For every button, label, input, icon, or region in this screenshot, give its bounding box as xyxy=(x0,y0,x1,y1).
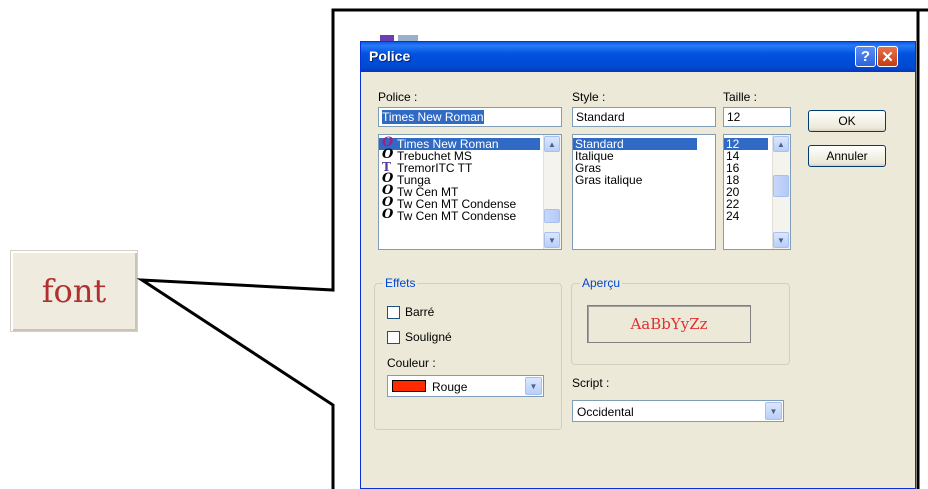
scroll-up-button[interactable]: ▲ xyxy=(773,136,789,152)
underline-label: Souligné xyxy=(405,330,452,344)
scroll-up-button[interactable]: ▲ xyxy=(544,136,560,152)
opentype-icon: O xyxy=(382,207,394,222)
strikethrough-checkbox[interactable] xyxy=(387,306,400,319)
help-button[interactable]: ? xyxy=(855,46,876,67)
preview-box: AaBbYyZz xyxy=(587,305,751,343)
style-value: Standard xyxy=(576,110,625,124)
scroll-down-button[interactable]: ▼ xyxy=(544,232,560,248)
font-list-items: O Times New Roman O Trebuchet MS T TremorITC … xyxy=(379,136,540,223)
underline-checkbox[interactable] xyxy=(387,331,400,344)
chevron-down-icon[interactable]: ▼ xyxy=(525,377,542,395)
dialog-title: Police xyxy=(369,48,411,64)
preview-sample: AaBbYyZz xyxy=(630,315,708,333)
style-label: Style : xyxy=(572,90,606,104)
scroll-down-button[interactable]: ▼ xyxy=(773,232,789,248)
style-list[interactable]: Standard Italique Gras Gras italique xyxy=(572,134,716,250)
size-input[interactable]: 12 xyxy=(723,107,791,127)
scroll-thumb[interactable] xyxy=(773,175,789,197)
size-label: Taille : xyxy=(723,90,758,104)
size-list-item[interactable]: 24 xyxy=(724,210,768,222)
close-button[interactable]: ✕ xyxy=(877,46,898,67)
font-dialog: Police ? ✕ Police : Times New Roman O Tim… xyxy=(360,41,916,489)
title-bar: Police ? ✕ xyxy=(361,42,915,72)
font-button-label: font xyxy=(41,272,107,310)
toolbar-fragment xyxy=(380,32,430,41)
color-label: Couleur : xyxy=(387,356,436,370)
size-list-scrollbar[interactable]: ▲ ▼ xyxy=(772,135,790,249)
font-list-scrollbar[interactable]: ▲ ▼ xyxy=(543,135,561,249)
script-select[interactable]: Occidental ▼ xyxy=(572,400,784,422)
style-input[interactable]: Standard xyxy=(572,107,716,127)
font-list-item[interactable]: O Tw Cen MT Condense xyxy=(379,207,540,223)
strikethrough-label: Barré xyxy=(405,305,435,319)
color-swatch xyxy=(392,380,426,392)
effects-title: Effets xyxy=(383,276,418,290)
scroll-thumb[interactable] xyxy=(544,209,560,223)
cancel-button[interactable]: Annuler xyxy=(808,145,886,167)
font-label: Police : xyxy=(378,90,418,104)
font-name-input[interactable]: Times New Roman xyxy=(378,107,562,127)
script-label: Script : xyxy=(572,376,610,390)
script-value: Occidental xyxy=(577,405,634,419)
font-button[interactable]: font xyxy=(10,250,138,332)
font-list[interactable]: O Times New Roman O Trebuchet MS T TremorITC … xyxy=(378,134,562,250)
style-list-item[interactable]: Gras italique xyxy=(573,174,697,186)
font-list-item-label: Tw Cen MT Condense xyxy=(397,209,517,223)
color-select[interactable]: Rouge ▼ xyxy=(387,375,544,397)
preview-title: Aperçu xyxy=(580,276,623,290)
chevron-down-icon[interactable]: ▼ xyxy=(765,402,782,420)
font-name-value: Times New Roman xyxy=(382,110,484,124)
color-value: Rouge xyxy=(432,380,468,394)
size-list-items: 12 14 16 18 20 22 24 xyxy=(724,138,768,222)
ok-button[interactable]: OK xyxy=(808,110,886,132)
size-list[interactable]: 12 14 16 18 20 22 24 ▲ ▼ xyxy=(723,134,791,250)
size-value: 12 xyxy=(727,110,741,124)
style-list-items: Standard Italique Gras Gras italique xyxy=(573,138,697,186)
